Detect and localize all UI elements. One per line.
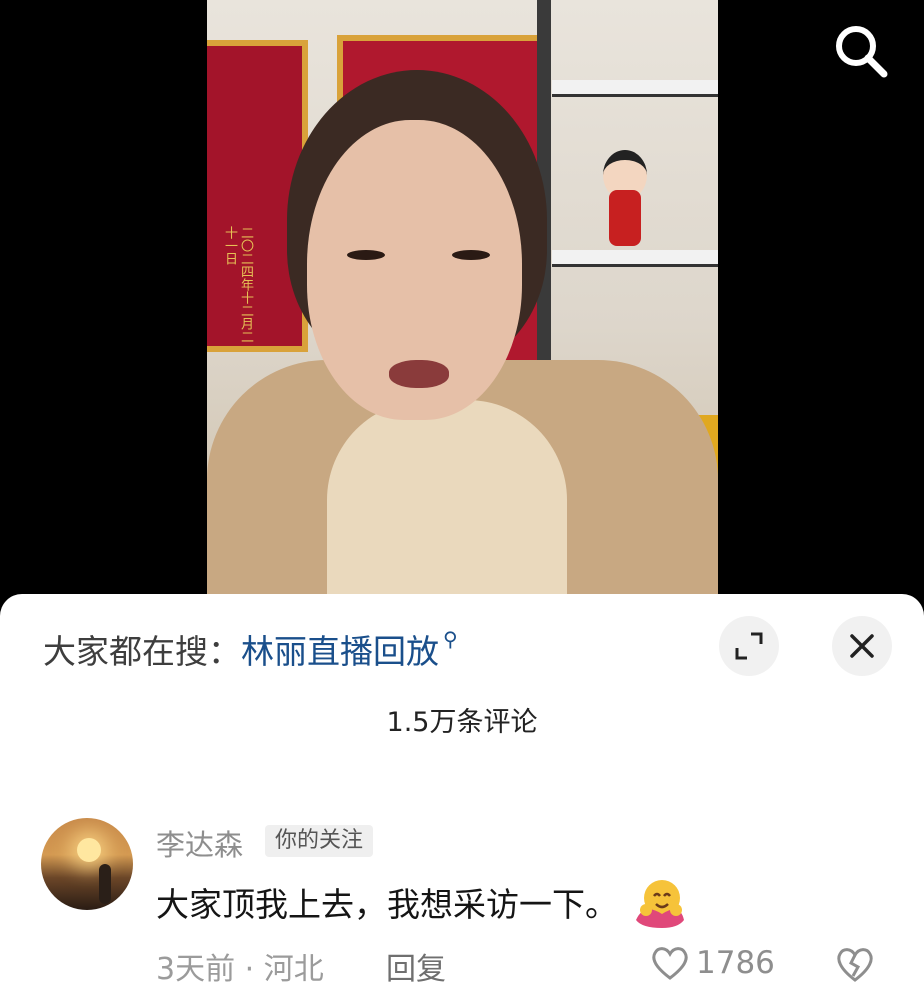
figurine [597, 150, 653, 250]
hot-search-small-icon: ⚲ [443, 627, 458, 651]
close-icon [850, 634, 874, 658]
person-mouth [389, 360, 449, 388]
person-eye-right [452, 250, 490, 260]
expand-button[interactable] [719, 616, 779, 676]
broken-heart-icon [837, 948, 873, 982]
hot-search-bar[interactable]: 大家都在搜： 林丽直播回放 ⚲ [43, 626, 458, 672]
reply-button[interactable]: 回复 [386, 944, 446, 988]
person-eye-left [347, 250, 385, 260]
avatar-sun [77, 838, 101, 862]
follow-badge: 你的关注 [265, 825, 374, 857]
like-count: 1786 [696, 945, 775, 981]
comment-text: 大家顶我上去，我想采访一下。 [156, 885, 618, 924]
search-icon[interactable] [830, 20, 892, 82]
dislike-button[interactable] [834, 944, 876, 984]
close-button[interactable] [832, 616, 892, 676]
video-frame[interactable]: 二〇二四年十二月二十一日 [207, 0, 718, 594]
video-player[interactable]: 二〇二四年十二月二十一日 [0, 0, 924, 600]
comment-text-row: 大家顶我上去，我想采访一下。 [156, 876, 684, 928]
comment-count: 1.5万条评论 [386, 707, 538, 738]
banner-text: 二〇二四年十二月二十一日 [222, 226, 253, 343]
heart-outline-icon [652, 947, 688, 980]
like-button[interactable]: 1786 [650, 944, 775, 982]
expand-icon [735, 632, 763, 660]
comment-username[interactable]: 李达森 [156, 822, 243, 864]
avatar-silhouette [99, 864, 111, 904]
shelf-top [552, 80, 718, 97]
hot-search-prefix: 大家都在搜： [43, 632, 241, 671]
hugging-face-emoji-icon [632, 876, 684, 928]
hot-search-term[interactable]: 林丽直播回放 [241, 625, 439, 673]
avatar[interactable] [41, 818, 133, 910]
shelf-middle [552, 250, 718, 267]
person-sweater [327, 400, 567, 594]
comment-time-location: 3天前 · 河北 [156, 952, 324, 987]
